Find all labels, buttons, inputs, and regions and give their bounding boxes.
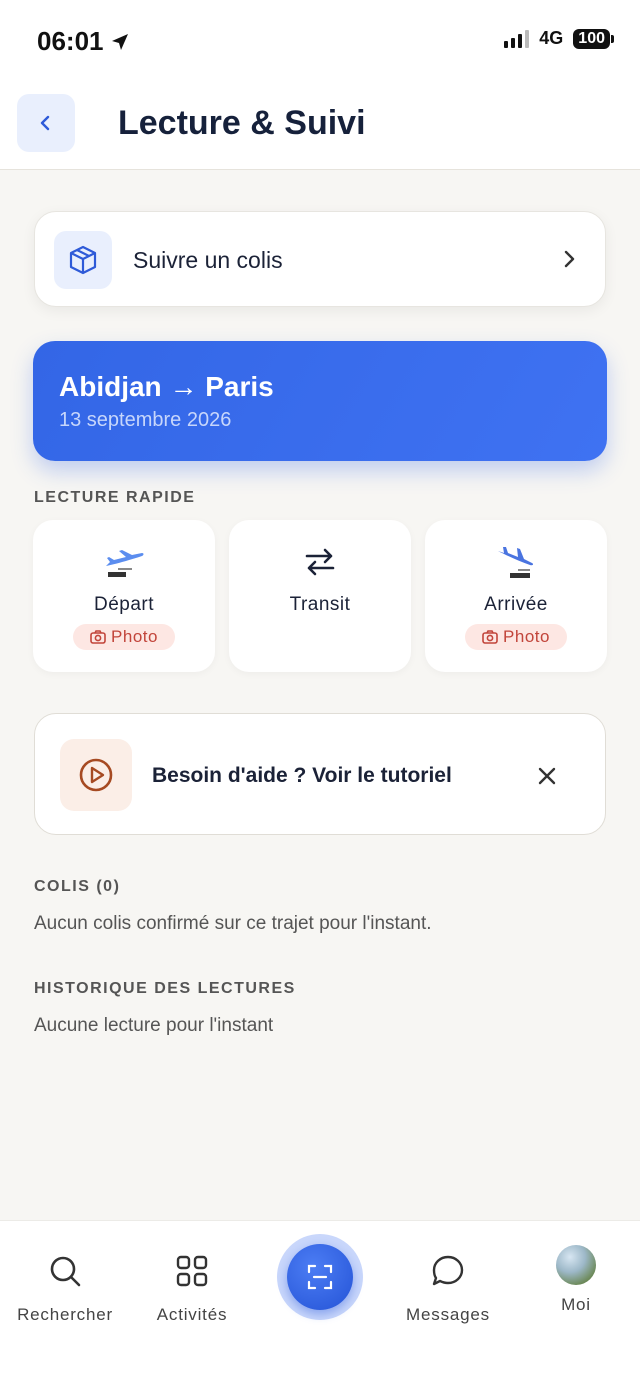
nav-activities-label: Activités: [156, 1305, 228, 1324]
grid-icon: [127, 1251, 257, 1291]
back-button[interactable]: [17, 94, 75, 152]
battery-icon: 100: [573, 28, 614, 49]
quick-transit-label: Transit: [289, 594, 351, 615]
camera-icon: [90, 630, 106, 644]
nav-messages[interactable]: Messages: [383, 1251, 513, 1325]
chevron-left-icon: [40, 115, 50, 131]
package-icon: [54, 231, 112, 289]
tutorial-text: Besoin d'aide ? Voir le tutoriel: [152, 764, 452, 787]
nav-search-label: Rechercher: [17, 1305, 113, 1324]
route-date: 13 septembre 2026: [59, 409, 232, 431]
close-icon[interactable]: [537, 766, 557, 786]
history-empty-text: Aucune lecture pour l'instant: [34, 1015, 274, 1036]
quick-arrival-label: Arrivée: [484, 594, 548, 615]
history-heading: HISTORIQUE DES LECTURES: [34, 980, 296, 997]
colis-heading: COLIS (0): [34, 878, 121, 895]
nav-profile[interactable]: Moi: [511, 1245, 640, 1315]
status-time: 06:01: [37, 26, 130, 57]
quick-arrival-button[interactable]: Arrivée Photo: [425, 520, 607, 672]
search-icon: [0, 1251, 130, 1291]
plane-departure-icon: [33, 544, 215, 580]
chevron-right-icon: [564, 250, 575, 268]
photo-badge: Photo: [73, 624, 175, 650]
status-bar: 06:01 4G 100: [0, 0, 640, 80]
quick-read-heading: LECTURE RAPIDE: [34, 489, 196, 506]
track-parcel-button[interactable]: Suivre un colis: [34, 211, 606, 307]
bottom-navigation: Rechercher Activités Messages Moi: [0, 1220, 640, 1385]
plane-arrival-icon: [425, 544, 607, 580]
route-card[interactable]: Abidjan → Paris 13 septembre 2026: [33, 341, 607, 461]
page-title: Lecture & Suivi: [118, 104, 366, 142]
scan-button[interactable]: [277, 1234, 363, 1320]
transfer-arrows-icon: [229, 544, 411, 580]
colis-empty-text: Aucun colis confirmé sur ce trajet pour …: [34, 913, 432, 934]
quick-departure-label: Départ: [93, 594, 155, 615]
nav-messages-label: Messages: [406, 1305, 490, 1324]
quick-transit-button[interactable]: Transit: [229, 520, 411, 672]
play-icon: [60, 739, 132, 811]
nav-profile-label: Moi: [561, 1295, 591, 1314]
nav-search[interactable]: Rechercher: [0, 1251, 130, 1325]
clock: 06:01: [37, 26, 104, 56]
network-type: 4G: [539, 28, 564, 48]
page-header: Lecture & Suivi: [0, 80, 640, 170]
route-title: Abidjan → Paris: [59, 371, 274, 402]
tutorial-banner[interactable]: Besoin d'aide ? Voir le tutoriel: [34, 713, 606, 835]
status-indicators: 4G 100: [504, 28, 614, 49]
chat-bubble-icon: [383, 1251, 513, 1291]
photo-badge: Photo: [465, 624, 567, 650]
signal-icon: [504, 29, 530, 48]
quick-departure-button[interactable]: Départ Photo: [33, 520, 215, 672]
nav-activities[interactable]: Activités: [127, 1251, 257, 1325]
location-arrow-icon: [111, 33, 128, 50]
avatar: [556, 1245, 596, 1285]
camera-icon: [482, 630, 498, 644]
scan-icon: [287, 1244, 353, 1310]
track-label: Suivre un colis: [133, 247, 283, 273]
